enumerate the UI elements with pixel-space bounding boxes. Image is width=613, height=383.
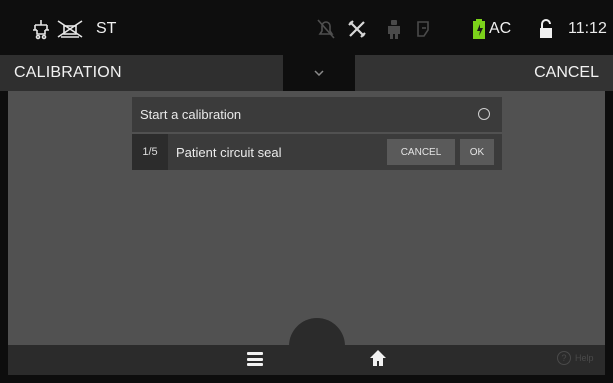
menu-icon[interactable] xyxy=(247,352,263,366)
help-button[interactable]: ? Help xyxy=(557,351,594,365)
status-bar: ST AC 11:12 xyxy=(0,0,613,55)
tools-icon xyxy=(346,18,368,40)
bottom-nav-bar xyxy=(8,345,605,375)
patient-icon xyxy=(385,18,403,40)
lung-icon xyxy=(414,18,432,40)
step-ok-button[interactable]: OK xyxy=(460,139,494,165)
lock-icon[interactable] xyxy=(538,18,554,40)
battery-icon xyxy=(472,18,486,40)
dropdown-toggle[interactable] xyxy=(283,55,355,91)
start-calibration-row[interactable]: Start a calibration xyxy=(132,97,502,132)
page-title: CALIBRATION xyxy=(14,64,122,81)
calibration-panel: Start a calibration 1/5 Patient circuit … xyxy=(132,97,502,171)
title-area: CALIBRATION xyxy=(0,55,283,91)
calibration-step-row: 1/5 Patient circuit seal CANCEL OK xyxy=(132,134,502,170)
step-number: 1/5 xyxy=(132,134,168,170)
chevron-down-icon xyxy=(314,70,324,76)
progress-spinner-icon xyxy=(478,108,490,120)
mode-indicator: ST xyxy=(96,20,117,37)
start-calibration-label: Start a calibration xyxy=(140,107,242,122)
no-patient-icon xyxy=(55,18,85,40)
step-cancel-button[interactable]: CANCEL xyxy=(387,139,455,165)
help-icon: ? xyxy=(557,351,571,365)
help-label: Help xyxy=(575,353,594,363)
header-cancel-button[interactable]: CANCEL xyxy=(534,64,599,82)
clock: 11:12 xyxy=(568,20,607,37)
step-label: Patient circuit seal xyxy=(176,145,282,160)
patient-circuit-icon xyxy=(30,18,52,40)
home-icon[interactable] xyxy=(369,349,387,367)
alarm-silenced-icon xyxy=(316,18,336,40)
power-source-label: AC xyxy=(489,20,512,37)
